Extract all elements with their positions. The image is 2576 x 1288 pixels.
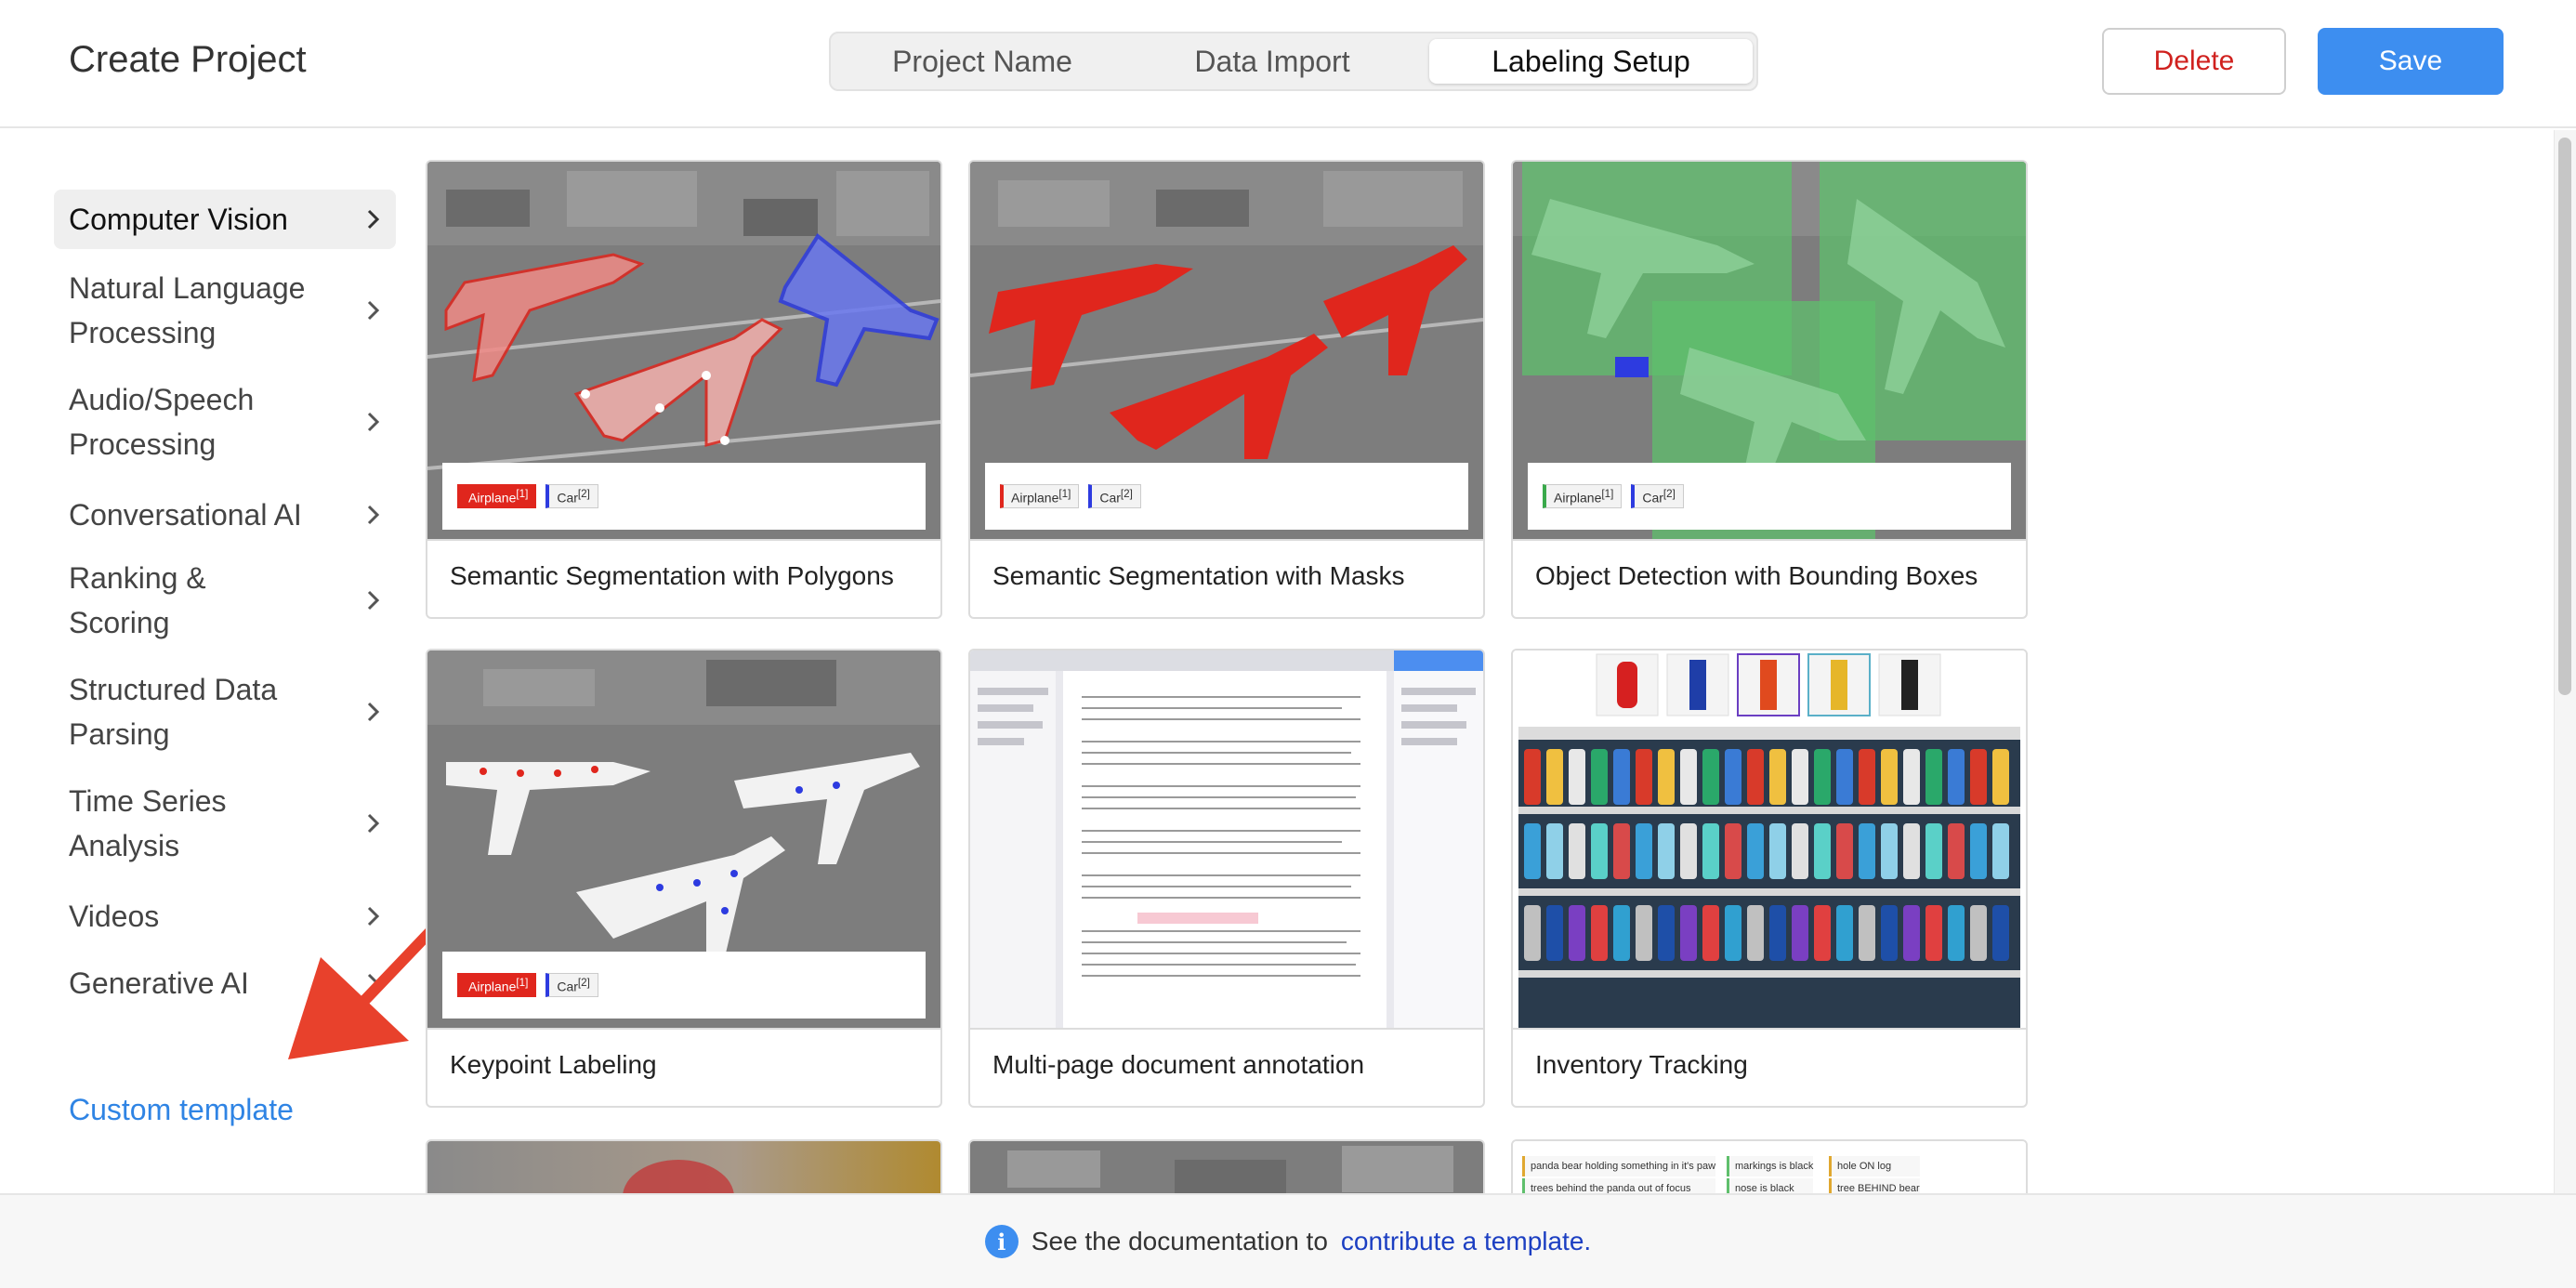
sidebar-item-nlp[interactable]: Natural Language Processing	[54, 266, 396, 355]
label-chip: Car[2]	[1631, 483, 1684, 509]
label-legend: Airplane[1] Car[2]	[985, 463, 1468, 530]
template-title: Semantic Segmentation with Masks	[992, 561, 1405, 590]
tab-labeling-setup[interactable]: Labeling Setup	[1429, 39, 1753, 84]
tab-data-import[interactable]: Data Import	[1128, 39, 1416, 84]
template-thumbnail	[970, 651, 1483, 1030]
chevron-right-icon	[362, 504, 385, 526]
chevron-right-icon	[362, 411, 385, 433]
label-chip: Car[2]	[545, 483, 598, 509]
setup-tabs: Project Name Data Import Labeling Setup	[829, 32, 1758, 91]
chevron-right-icon	[362, 589, 385, 611]
template-title: Keypoint Labeling	[450, 1050, 657, 1079]
label-chip: Airplane[1]	[1000, 483, 1080, 509]
label-chip: Car[2]	[1088, 483, 1141, 509]
chevron-right-icon	[362, 299, 385, 322]
sidebar-item-label: Ranking & Scoring	[69, 561, 206, 639]
label-legend: Airplane[1] Car[2]	[442, 463, 926, 530]
template-title: Object Detection with Bounding Boxes	[1535, 561, 1978, 590]
sidebar-item-conversational-ai[interactable]: Conversational AI	[54, 489, 396, 541]
label-legend: Airplane[1] Car[2]	[442, 952, 926, 1019]
template-card-masks[interactable]: Airplane[1] Car[2] Semantic Segmentation…	[968, 160, 1485, 619]
sidebar-item-audio[interactable]: Audio/Speech Processing	[54, 377, 396, 467]
tab-project-name[interactable]: Project Name	[838, 39, 1126, 84]
sidebar-item-label: Natural Language Processing	[69, 271, 306, 349]
sidebar-item-computer-vision[interactable]: Computer Vision	[54, 190, 396, 249]
label-legend: Airplane[1] Car[2]	[1528, 463, 2011, 530]
template-card-inventory-tracking[interactable]: Inventory Tracking	[1511, 649, 2028, 1108]
template-card-keypoint[interactable]: Airplane[1] Car[2] Keypoint Labeling	[426, 649, 942, 1108]
relationship-item: hole ON log	[1829, 1156, 1920, 1176]
vertical-scrollbar[interactable]	[2554, 130, 2576, 1193]
label-chip: Airplane[1]	[457, 972, 537, 998]
region-item: panda bear holding something in it's paw	[1522, 1156, 1716, 1176]
template-card-polygons[interactable]: Airplane[1] Car[2] Semantic Segmentation…	[426, 160, 942, 619]
info-icon: i	[984, 1225, 1019, 1258]
label-chip: Airplane[1]	[1543, 483, 1623, 509]
sidebar-item-label: Audio/Speech Processing	[69, 383, 255, 461]
delete-button[interactable]: Delete	[2102, 28, 2286, 95]
footer: i See the documentation to contribute a …	[0, 1193, 2576, 1288]
header: Create Project Project Name Data Import …	[0, 0, 2576, 128]
template-thumbnail	[1513, 651, 2026, 1030]
custom-template-link[interactable]: Custom template	[69, 1093, 294, 1127]
template-title: Semantic Segmentation with Polygons	[450, 561, 894, 590]
scrollbar-thumb[interactable]	[2558, 138, 2571, 695]
page-title: Create Project	[69, 39, 307, 80]
footer-text: See the documentation to	[1031, 1227, 1328, 1255]
attribute-item: markings is black	[1727, 1156, 1814, 1176]
label-chip: Car[2]	[545, 972, 598, 998]
save-button[interactable]: Save	[2318, 28, 2504, 95]
sidebar-item-label: Conversational AI	[69, 498, 302, 532]
template-card-multipage-document[interactable]: Multi-page document annotation	[968, 649, 1485, 1108]
template-title: Multi-page document annotation	[992, 1050, 1365, 1079]
sidebar-item-label: Time Series Analysis	[69, 784, 227, 862]
chevron-right-icon	[362, 208, 385, 230]
template-card-bounding-boxes[interactable]: Airplane[1] Car[2] Object Detection with…	[1511, 160, 2028, 619]
contribute-template-link[interactable]: contribute a template.	[1341, 1227, 1591, 1256]
sidebar-item-label: Structured Data Parsing	[69, 673, 278, 751]
sidebar-item-ranking[interactable]: Ranking & Scoring	[54, 556, 396, 645]
template-title: Inventory Tracking	[1535, 1050, 1748, 1079]
sidebar-item-label: Computer Vision	[69, 203, 288, 236]
label-chip: Airplane[1]	[457, 483, 537, 509]
